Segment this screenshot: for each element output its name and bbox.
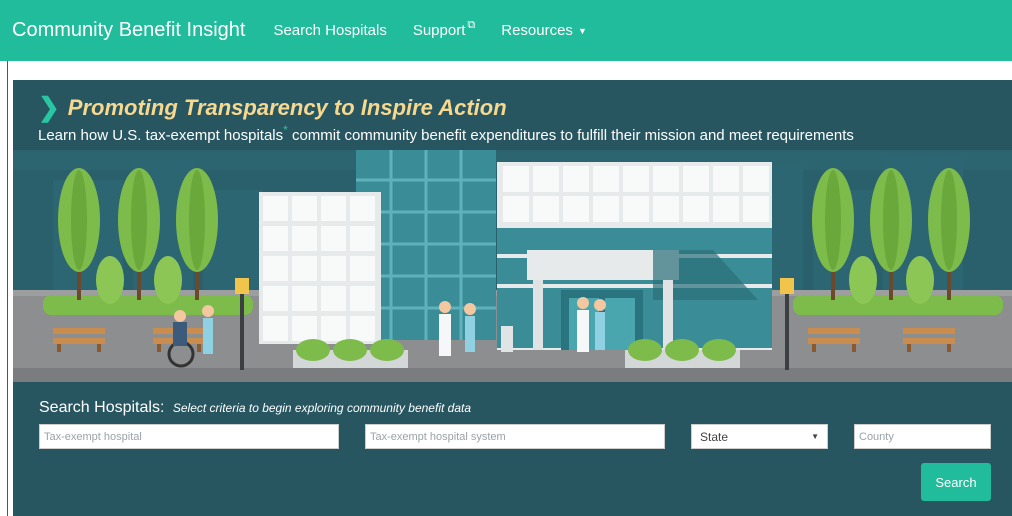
brand-link[interactable]: Community Benefit Insight [12, 19, 245, 42]
top-navbar: Community Benefit Insight Search Hospita… [0, 0, 1012, 61]
county-input[interactable] [854, 424, 991, 449]
nav-search-hospitals-label: Search Hospitals [273, 22, 387, 39]
caret-down-icon: ▼ [577, 25, 587, 36]
search-button[interactable]: Search [921, 463, 991, 501]
search-heading: Search Hospitals: Select criteria to beg… [39, 399, 471, 417]
state-select-value: State [700, 429, 729, 444]
page-border [7, 61, 8, 516]
hero-subline-post: commit community benefit expenditures to… [287, 127, 854, 144]
hospital-input[interactable] [39, 424, 339, 449]
state-select[interactable]: State ▼ [691, 424, 828, 449]
hero-tagline-text: Promoting Transparency to Inspire Action [67, 94, 507, 120]
nav-resources-label: Resources [501, 22, 573, 39]
nav-resources-dropdown[interactable]: Resources ▼ [501, 22, 587, 39]
search-panel: Search Hospitals: Select criteria to beg… [13, 382, 1012, 516]
nav-support[interactable]: Support ⧉ [412, 19, 476, 39]
nav-search-hospitals[interactable]: Search Hospitals [273, 22, 386, 39]
nav-support-label: Support [412, 22, 466, 39]
hero-subline-pre: Learn how U.S. tax-exempt hospitals [38, 127, 284, 144]
hospital-system-input[interactable] [365, 424, 665, 449]
external-link-icon: ⧉ [467, 19, 476, 31]
hero-header: ❯ Promoting Transparency to Inspire Acti… [13, 80, 1012, 150]
dropdown-arrow-icon: ▼ [811, 432, 819, 441]
search-subtitle: Select criteria to begin exploring commu… [172, 401, 472, 415]
search-title: Search Hospitals: [39, 399, 165, 416]
hospital-illustration [13, 150, 1012, 382]
chevron-right-icon: ❯ [38, 92, 60, 122]
hero-subline: Learn how U.S. tax-exempt hospitals* com… [38, 123, 854, 144]
hero-tagline: ❯ Promoting Transparency to Inspire Acti… [38, 92, 507, 123]
hero-banner: ❯ Promoting Transparency to Inspire Acti… [13, 80, 1012, 516]
